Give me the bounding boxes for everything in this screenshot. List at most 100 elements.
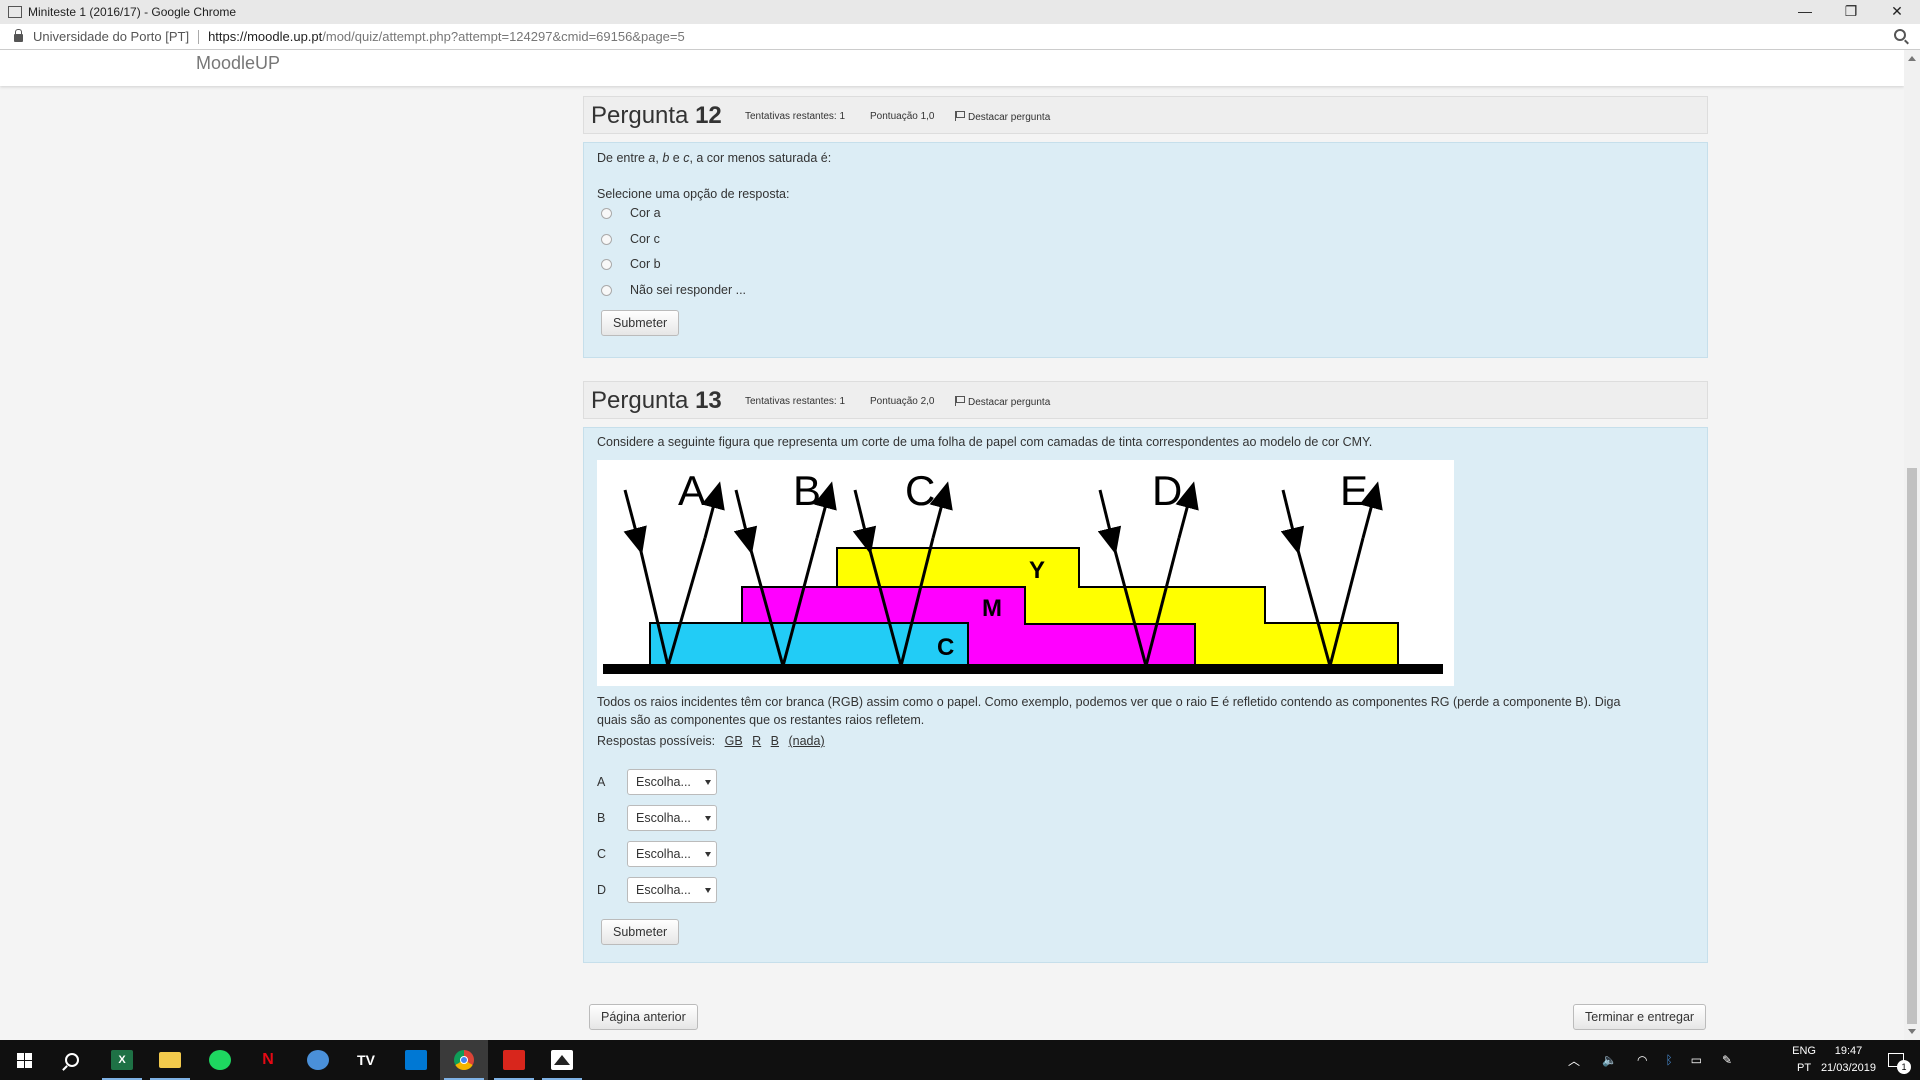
chrome-icon xyxy=(454,1050,474,1070)
notifications-button[interactable]: 1 xyxy=(1872,1040,1920,1080)
bluetooth-icon[interactable]: ᛒ xyxy=(1665,1053,1672,1067)
question-12-score: Pontuação 1,0 xyxy=(870,111,935,122)
address-bar[interactable]: Universidade do Porto [PT] https://moodl… xyxy=(0,24,1920,50)
ray-label-d: D xyxy=(1152,467,1182,514)
option-cor-c[interactable]: Cor c xyxy=(597,230,660,248)
taskbar-file-explorer[interactable] xyxy=(146,1040,194,1080)
acrobat-icon xyxy=(503,1050,525,1070)
restore-button[interactable]: ❐ xyxy=(1828,0,1874,24)
vertical-scrollbar[interactable] xyxy=(1904,50,1920,1040)
tray-expand-icon[interactable]: ︿ xyxy=(1568,1052,1580,1069)
taskbar-spotify[interactable] xyxy=(196,1040,244,1080)
taskbar-acrobat[interactable] xyxy=(490,1040,538,1080)
moodle-tab-icon xyxy=(8,6,22,18)
windows-taskbar: X N TV ︿ 🔈 ◠ ᛒ ▭ ✎ ENG PT 19:47 21/03/20… xyxy=(0,1040,1920,1080)
radio-button[interactable] xyxy=(601,207,612,219)
pen-icon[interactable]: ✎ xyxy=(1722,1053,1732,1067)
battery-icon[interactable]: ▭ xyxy=(1691,1053,1702,1067)
url-host[interactable]: https://moodle.up.pt xyxy=(208,29,322,44)
question-13-title: Pergunta 13 xyxy=(591,387,722,414)
scrollbar-thumb[interactable] xyxy=(1907,468,1917,1024)
language-indicator[interactable]: ENG PT xyxy=(1792,1043,1816,1077)
taskbar-photos[interactable] xyxy=(538,1040,586,1080)
scroll-up-icon[interactable] xyxy=(1908,56,1916,61)
ray-a-reflected-head xyxy=(701,481,725,539)
layer-label-y: Y xyxy=(1029,557,1045,584)
question-13-header: Pergunta 13 Tentativas restantes: 1 Pont… xyxy=(583,381,1708,419)
paper-base xyxy=(603,664,1443,674)
minimize-button[interactable]: — xyxy=(1782,0,1828,24)
photos-icon xyxy=(551,1050,573,1070)
select-c[interactable]: Escolha... xyxy=(627,841,717,867)
address-separator xyxy=(198,29,200,44)
ray-b-incident xyxy=(733,489,758,555)
flag-icon[interactable] xyxy=(955,111,965,121)
select-d[interactable]: Escolha... xyxy=(627,877,717,903)
windows-logo-icon xyxy=(16,1052,32,1068)
site-identity[interactable]: Universidade do Porto [PT] xyxy=(33,29,189,44)
flag-icon[interactable] xyxy=(955,396,965,406)
url-path[interactable]: /mod/quiz/attempt.php?attempt=124297&cmi… xyxy=(322,29,684,44)
answer-option-r: R xyxy=(752,734,762,748)
volume-icon[interactable]: 🔈 xyxy=(1602,1053,1617,1067)
scroll-down-icon[interactable] xyxy=(1908,1029,1916,1034)
option-cor-a[interactable]: Cor a xyxy=(597,204,661,222)
question-13-submit-button[interactable]: Submeter xyxy=(601,919,680,945)
select-a[interactable]: Escolha... xyxy=(627,769,717,795)
possible-answers: Respostas possíveis: GB R B (nada) xyxy=(597,734,825,748)
answer-option-nada: (nada) xyxy=(788,734,825,748)
lock-icon[interactable] xyxy=(14,29,23,42)
finish-attempt-button[interactable]: Terminar e entregar xyxy=(1573,1004,1707,1030)
ray-e-incident xyxy=(1280,489,1305,555)
radio-button[interactable] xyxy=(601,258,612,270)
subquestion-b: B Escolha... xyxy=(597,805,717,831)
page-content: MoodleUP Pergunta 12 Tentativas restante… xyxy=(0,50,1904,1040)
taskbar-outlook[interactable] xyxy=(294,1040,342,1080)
start-button[interactable] xyxy=(0,1040,48,1080)
select-b[interactable]: Escolha... xyxy=(627,805,717,831)
zoom-icon[interactable] xyxy=(1894,29,1906,41)
question-13-flag[interactable]: Destacar pergunta xyxy=(955,396,1050,408)
brand-link[interactable]: MoodleUP xyxy=(196,53,280,74)
radio-button[interactable] xyxy=(601,284,612,296)
question-12-flag[interactable]: Destacar pergunta xyxy=(955,111,1050,123)
question-13-body: Considere a seguinte figura que represen… xyxy=(583,427,1708,963)
top-navbar: MoodleUP xyxy=(0,50,1904,86)
question-12-body: De entre a, b e c, a cor menos saturada … xyxy=(583,142,1708,358)
question-12-submit-button[interactable]: Submeter xyxy=(601,310,680,336)
wifi-icon[interactable]: ◠ xyxy=(1637,1053,1647,1067)
window-controls: — ❐ ✕ xyxy=(1782,0,1920,24)
ray-label-a: A xyxy=(678,467,706,514)
cmy-layers-diagram: Y M C A B C D E xyxy=(603,467,1443,674)
ray-a-incident xyxy=(623,489,647,555)
dropdown-caret-icon xyxy=(705,816,711,821)
cyan-layer xyxy=(649,622,969,667)
question-12-title: Pergunta 12 xyxy=(591,102,722,129)
excel-icon: X xyxy=(111,1050,133,1070)
taskbar-netflix[interactable]: N xyxy=(244,1040,292,1080)
search-icon xyxy=(65,1053,79,1067)
close-button[interactable]: ✕ xyxy=(1874,0,1920,24)
vscode-icon xyxy=(405,1050,427,1070)
ray-label-b: B xyxy=(793,467,821,514)
taskbar-chrome[interactable] xyxy=(440,1040,488,1080)
subquestion-a: A Escolha... xyxy=(597,769,717,795)
option-cor-b[interactable]: Cor b xyxy=(597,255,661,273)
dropdown-caret-icon xyxy=(705,888,711,893)
taskbar-excel[interactable]: X xyxy=(98,1040,146,1080)
search-button[interactable] xyxy=(48,1040,96,1080)
option-nao-sei[interactable]: Não sei responder ... xyxy=(597,281,746,299)
window-title: Miniteste 1 (2016/17) - Google Chrome xyxy=(28,5,237,19)
subquestion-c: C Escolha... xyxy=(597,841,717,867)
answer-option-b: B xyxy=(770,734,779,748)
taskbar-tv[interactable]: TV xyxy=(342,1040,390,1080)
previous-page-button[interactable]: Página anterior xyxy=(589,1004,698,1030)
mail-icon xyxy=(307,1050,329,1070)
taskbar-clock[interactable]: 19:47 21/03/2019 xyxy=(1821,1043,1876,1077)
taskbar-vscode[interactable] xyxy=(392,1040,440,1080)
tv-icon: TV xyxy=(357,1052,375,1068)
radio-button[interactable] xyxy=(601,233,612,245)
window-titlebar: Miniteste 1 (2016/17) - Google Chrome — … xyxy=(0,0,1920,24)
layer-label-c: C xyxy=(937,634,954,661)
subquestion-d: D Escolha... xyxy=(597,877,717,903)
